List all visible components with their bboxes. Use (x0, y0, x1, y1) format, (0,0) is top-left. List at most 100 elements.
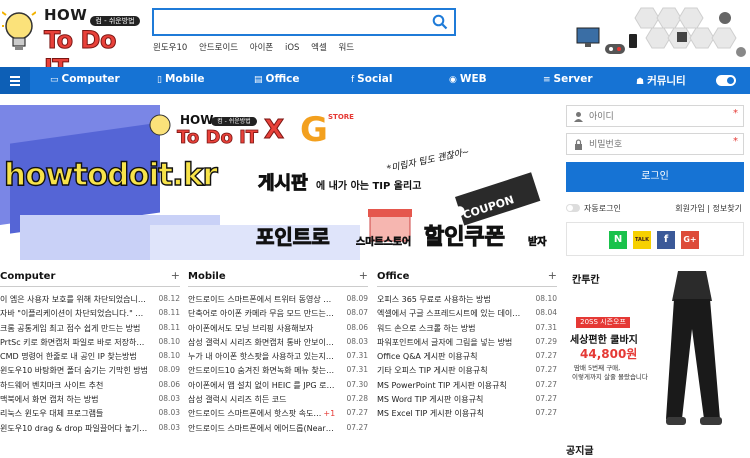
post-title[interactable]: 안드로이드 스마트폰에서 에어드롭(Nearb… (188, 423, 336, 434)
post-item[interactable]: 안드로이드 스마트폰에서 에어드롭(Nearb… 07.27 (188, 421, 368, 435)
post-title[interactable]: 안드로이드 스마트폰에서 핫스팟 속도… +1 (188, 408, 336, 419)
more-plus-icon[interactable]: + (359, 269, 368, 282)
post-title[interactable]: PrtSc 키로 화면캡처 파일로 바로 저장하는… (0, 337, 148, 348)
post-title[interactable]: 단축어로 아이폰 카메라 무음 모드 만드는 … (188, 308, 336, 319)
password-input[interactable] (589, 137, 729, 152)
post-item[interactable]: MS PowerPoint TIP 게시판 이용규칙 07.27 (377, 378, 557, 392)
post-title[interactable]: 삼성 갤럭시 시리즈 화면캡처 통바 안보이… (188, 337, 336, 348)
post-title[interactable]: 워드 손으로 스크롤 하는 방법 (377, 323, 525, 334)
post-title[interactable]: 누가 내 아이폰 핫스팟을 사용하고 있는지 … (188, 351, 336, 362)
more-plus-icon[interactable]: + (548, 269, 557, 282)
post-item[interactable]: Office Q&A 게시판 이용규칙 07.27 (377, 349, 557, 363)
quick-link-excel[interactable]: 엑셀 (311, 43, 327, 53)
post-title[interactable]: 자바 "이플리케이션이 차단되었습니다." 해… (0, 308, 148, 319)
post-item[interactable]: 맥북에서 화면 캡처 하는 방법 08.03 (0, 392, 180, 406)
post-item[interactable]: 크롬 공통게임 최고 점수 쉽게 만드는 방법 08.11 (0, 321, 180, 335)
post-item[interactable]: PrtSc 키로 화면캡처 파일로 바로 저장하는… 08.10 (0, 335, 180, 349)
post-title[interactable]: 윈도우10 바탕화면 폴더 숨기는 기막힌 방법 (0, 365, 148, 376)
nav-item-server[interactable]: ≡ Server (543, 73, 593, 85)
nav-item-mobile[interactable]: ▯ Mobile (157, 73, 204, 85)
post-item[interactable]: 하드웨어 벤치마크 사이트 추천 08.06 (0, 378, 180, 392)
post-item[interactable]: 윈도우10 drag & drop 파일끌어다 놓기 … 08.03 (0, 421, 180, 435)
column-title[interactable]: Computer (0, 271, 55, 282)
quick-link-ios[interactable]: iOS (285, 43, 299, 53)
post-item[interactable]: CMD 명령어 한줄로 내 공인 IP 찾는방법 08.10 (0, 349, 180, 363)
quick-link-iphone[interactable]: 아이폰 (250, 43, 273, 53)
more-plus-icon[interactable]: + (171, 269, 180, 282)
auto-login-toggle[interactable]: 자동로그인 (566, 203, 621, 214)
post-item[interactable]: 안드로이드 스마트폰에서 핫스팟 속도… +1 07.27 (188, 406, 368, 420)
login-button[interactable]: 로그인 (566, 162, 744, 192)
promo-banner[interactable]: HOW 컴 - 쉬운방법 To Do IT X G STORE howtodoi… (0, 105, 558, 260)
quick-link-android[interactable]: 안드로이드 (199, 43, 238, 53)
facebook-login-icon[interactable]: f (657, 231, 675, 249)
search-input[interactable] (154, 10, 424, 34)
post-date: 08.06 (346, 322, 368, 332)
post-title[interactable]: 엑셀에서 구글 스프레드시트에 있는 데이터… (377, 308, 525, 319)
post-item[interactable]: 리눅스 윈도우 대체 프로그램들 08.03 (0, 406, 180, 420)
post-item[interactable]: 삼성 갤럭시 시리즈 화면캡처 통바 안보이… 08.03 (188, 335, 368, 349)
post-item[interactable]: MS Excel TIP 게시판 이용규칙 07.27 (377, 406, 557, 420)
quick-link-word[interactable]: 워드 (338, 43, 354, 53)
page-root: { "header": { "logo_how": "HOW", "logo_t… (0, 0, 750, 458)
post-title[interactable]: 윈도우10 drag & drop 파일끌어다 놓기 … (0, 423, 148, 434)
post-item[interactable]: 안드로이드 스마트폰에서 트위터 동영상 다… 08.09 (188, 292, 368, 306)
post-item[interactable]: 안드로이드10 숨겨진 화면녹화 메뉴 찾는 … 07.31 (188, 363, 368, 377)
nav-item-office[interactable]: ▤ Office (254, 73, 300, 85)
post-title[interactable]: 하드웨어 벤치마크 사이트 추천 (0, 380, 148, 391)
site-logo[interactable]: HOW 컴 - 쉬운방법 To Do IT (2, 4, 142, 83)
post-item[interactable]: 엑셀에서 구글 스프레드시트에 있는 데이터… 08.04 (377, 306, 557, 320)
id-input[interactable] (589, 109, 729, 124)
post-item[interactable]: 파워포인트에서 글자에 그림을 넣는 방법 07.29 (377, 335, 557, 349)
post-title[interactable]: 안드로이드10 숨겨진 화면녹화 메뉴 찾는 … (188, 365, 336, 376)
post-item[interactable]: 기타 오피스 TIP 게시판 이용규칙 07.27 (377, 363, 557, 377)
post-item[interactable]: 이 엠은 사용자 보호를 위해 차단되었습니다… 08.12 (0, 292, 180, 306)
post-item[interactable]: MS Word TIP 게시판 이용규칙 07.27 (377, 392, 557, 406)
post-title[interactable]: 삼성 갤럭시 시리즈 히든 코드 (188, 394, 336, 405)
side-ad[interactable]: 칸투칸 20SS 시즌오프 세상편한 쿨바지 44,800원 땀배 5번째 구매… (566, 265, 746, 437)
quick-link-windows10[interactable]: 윈도우10 (153, 43, 187, 53)
signup-link[interactable]: 회원가입 (675, 204, 704, 213)
post-title-text: Office Q&A 게시판 이용규칙 (377, 352, 478, 362)
post-item[interactable]: 아이폰에서도 모닝 브리핑 사용해보자 08.06 (188, 321, 368, 335)
post-title[interactable]: 리눅스 윈도우 대체 프로그램들 (0, 408, 148, 419)
post-item[interactable]: 오피스 365 무료로 사용하는 방법 08.10 (377, 292, 557, 306)
post-title-text: 크롬 공통게임 최고 점수 쉽게 만드는 방법 (0, 323, 141, 333)
column-title[interactable]: Mobile (188, 271, 226, 282)
post-title[interactable]: 아이폰에서 앱 설치 없이 HEIC 를 JPG 로 … (188, 380, 336, 391)
post-item[interactable]: 삼성 갤럭시 시리즈 히든 코드 07.28 (188, 392, 368, 406)
search-icon[interactable] (432, 14, 448, 30)
post-title[interactable]: CMD 명령어 한줄로 내 공인 IP 찾는방법 (0, 351, 148, 362)
post-date: 07.27 (535, 379, 557, 389)
post-title[interactable]: 기타 오피스 TIP 게시판 이용규칙 (377, 365, 525, 376)
post-item[interactable]: 자바 "이플리케이션이 차단되었습니다." 해… 08.11 (0, 306, 180, 320)
post-title[interactable]: 아이폰에서도 모닝 브리핑 사용해보자 (188, 323, 336, 334)
menu-icon[interactable] (0, 67, 30, 94)
post-title[interactable]: 안드로이드 스마트폰에서 트위터 동영상 다… (188, 294, 336, 305)
nav-item-web[interactable]: ◉ WEB (449, 73, 487, 85)
post-title[interactable]: MS Excel TIP 게시판 이용규칙 (377, 408, 525, 419)
post-title[interactable]: MS Word TIP 게시판 이용규칙 (377, 394, 525, 405)
nav-item-social[interactable]: f Social (351, 73, 392, 85)
find-info-link[interactable]: 정보찾기 (713, 204, 742, 213)
post-title[interactable]: 크롬 공통게임 최고 점수 쉽게 만드는 방법 (0, 323, 148, 334)
post-title[interactable]: 맥북에서 화면 캡처 하는 방법 (0, 394, 148, 405)
naver-login-icon[interactable]: N (609, 231, 627, 249)
kakao-login-icon[interactable]: TALK (633, 231, 651, 249)
post-item[interactable]: 윈도우10 바탕화면 폴더 숨기는 기막힌 방법 08.09 (0, 363, 180, 377)
post-title[interactable]: MS PowerPoint TIP 게시판 이용규칙 (377, 380, 525, 391)
post-item[interactable]: 누가 내 아이폰 핫스팟을 사용하고 있는지 … 07.31 (188, 349, 368, 363)
theme-toggle[interactable] (716, 75, 736, 86)
nav-item-computer[interactable]: ▭ Computer (50, 73, 120, 85)
post-title[interactable]: 이 엠은 사용자 보호를 위해 차단되었습니다… (0, 294, 148, 305)
post-item[interactable]: 단축어로 아이폰 카메라 무음 모드 만드는 … 08.07 (188, 306, 368, 320)
post-title[interactable]: 오피스 365 무료로 사용하는 방법 (377, 294, 525, 305)
google-login-icon[interactable]: G+ (681, 231, 699, 249)
nav-item-community[interactable]: ☗ 커뮤니티 (636, 73, 686, 88)
toggle-switch[interactable] (566, 204, 580, 212)
post-title[interactable]: 파워포인트에서 글자에 그림을 넣는 방법 (377, 337, 525, 348)
post-item[interactable]: 아이폰에서 앱 설치 없이 HEIC 를 JPG 로 … 07.30 (188, 378, 368, 392)
post-item[interactable]: 워드 손으로 스크롤 하는 방법 07.31 (377, 321, 557, 335)
post-title[interactable]: Office Q&A 게시판 이용규칙 (377, 351, 525, 362)
column-title[interactable]: Office (377, 271, 409, 282)
